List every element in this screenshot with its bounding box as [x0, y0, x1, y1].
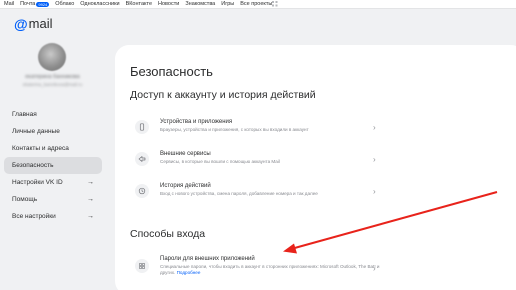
apps-grid-icon [272, 1, 278, 7]
sidebar-item-label: Главная [12, 111, 37, 118]
sidebar-item-help[interactable]: Помощь → [4, 191, 102, 208]
sidebar-item-personal-data[interactable]: Личные данные [4, 123, 102, 140]
row-description: Сервисы, в которые вы вошли с помощью ак… [160, 159, 280, 164]
sidebar-item-security[interactable]: Безопасность [4, 157, 102, 174]
security-panel: Безопасность Доступ к аккаунту и история… [115, 45, 516, 290]
external-services-row[interactable]: Внешние сервисы Сервисы, в которые вы во… [129, 149, 387, 173]
user-name: екатерина банникова [25, 74, 80, 80]
chevron-right-icon: › [373, 155, 376, 164]
topbar-pochta-link[interactable]: Почта 9924 [20, 0, 50, 8]
unread-count-badge: 9924 [36, 1, 50, 7]
logo-word: mail [28, 16, 53, 31]
devices-and-apps-row[interactable]: Устройства и приложения Браузеры, устрой… [129, 117, 387, 141]
all-projects-label: Все проекты [240, 1, 273, 7]
external-service-icon [135, 152, 149, 166]
sidebar-item-label: Безопасность [12, 162, 54, 169]
more-link[interactable]: Подробнее [177, 270, 201, 275]
row-description: Специальные пароли, чтобы входить в акка… [160, 264, 390, 276]
topbar-mail-link[interactable]: Mail [4, 0, 14, 8]
user-email: ekaterina_bannikova@mail.ru [22, 82, 83, 87]
row-title: Внешние сервисы [160, 151, 211, 157]
topbar-dating-link[interactable]: Знакомства [185, 0, 215, 8]
chevron-right-icon: › [373, 264, 376, 273]
section-title-access: Доступ к аккаунту и история действий [130, 89, 316, 101]
grid-icon [135, 259, 149, 273]
sidebar-item-contacts[interactable]: Контакты и адреса [4, 140, 102, 157]
topbar-cloud-link[interactable]: Облако [55, 0, 74, 8]
logo-at-sign: @ [14, 16, 28, 32]
row-title: История действий [160, 183, 211, 189]
topbar-games-link[interactable]: Игры [221, 0, 234, 8]
mail-logo[interactable]: @ mail [14, 16, 53, 32]
row-description: Вход с нового устройства, смена пароля, … [160, 191, 318, 196]
history-icon [135, 184, 149, 198]
sidebar-item-all-settings[interactable]: Все настройки → [4, 208, 102, 225]
topbar-ok-link[interactable]: Одноклассники [80, 0, 119, 8]
page-title: Безопасность [130, 64, 213, 79]
chevron-right-icon: › [373, 187, 376, 196]
top-projects-bar: Mail Почта 9924 Облако Одноклассники ВКон… [0, 0, 516, 9]
sidebar-item-label: Помощь [12, 196, 38, 203]
chevron-right-icon: › [373, 123, 376, 132]
sidebar-item-label: Настройки VK ID [12, 179, 63, 186]
arrow-right-icon: → [87, 196, 94, 203]
topbar-all-projects-link[interactable]: Все проекты [240, 0, 278, 8]
row-title: Устройства и приложения [160, 119, 233, 125]
arrow-right-icon: → [87, 179, 94, 186]
avatar[interactable] [38, 43, 66, 71]
sidebar-item-label: Личные данные [12, 128, 60, 135]
sidebar-item-vkid-settings[interactable]: Настройки VK ID → [4, 174, 102, 191]
topbar-vk-link[interactable]: ВКонтакте [126, 0, 152, 8]
topbar-pochta-label: Почта [20, 1, 36, 7]
topbar-news-link[interactable]: Новости [158, 0, 179, 8]
sidebar-item-label: Все настройки [12, 213, 56, 220]
arrow-right-icon: → [87, 213, 94, 220]
row-description: Браузеры, устройства и приложения, с кот… [160, 127, 309, 132]
phone-icon [135, 120, 149, 134]
section-title-login-methods: Способы входа [130, 228, 206, 240]
sidebar-item-home[interactable]: Главная [4, 106, 102, 123]
action-history-row[interactable]: История действий Вход с нового устройств… [129, 181, 387, 205]
app-passwords-row[interactable]: Пароли для внешних приложений Специальны… [129, 254, 387, 286]
row-title: Пароли для внешних приложений [160, 256, 255, 262]
sidebar-item-label: Контакты и адреса [12, 145, 69, 152]
sidebar-nav: Главная Личные данные Контакты и адреса … [4, 106, 102, 225]
